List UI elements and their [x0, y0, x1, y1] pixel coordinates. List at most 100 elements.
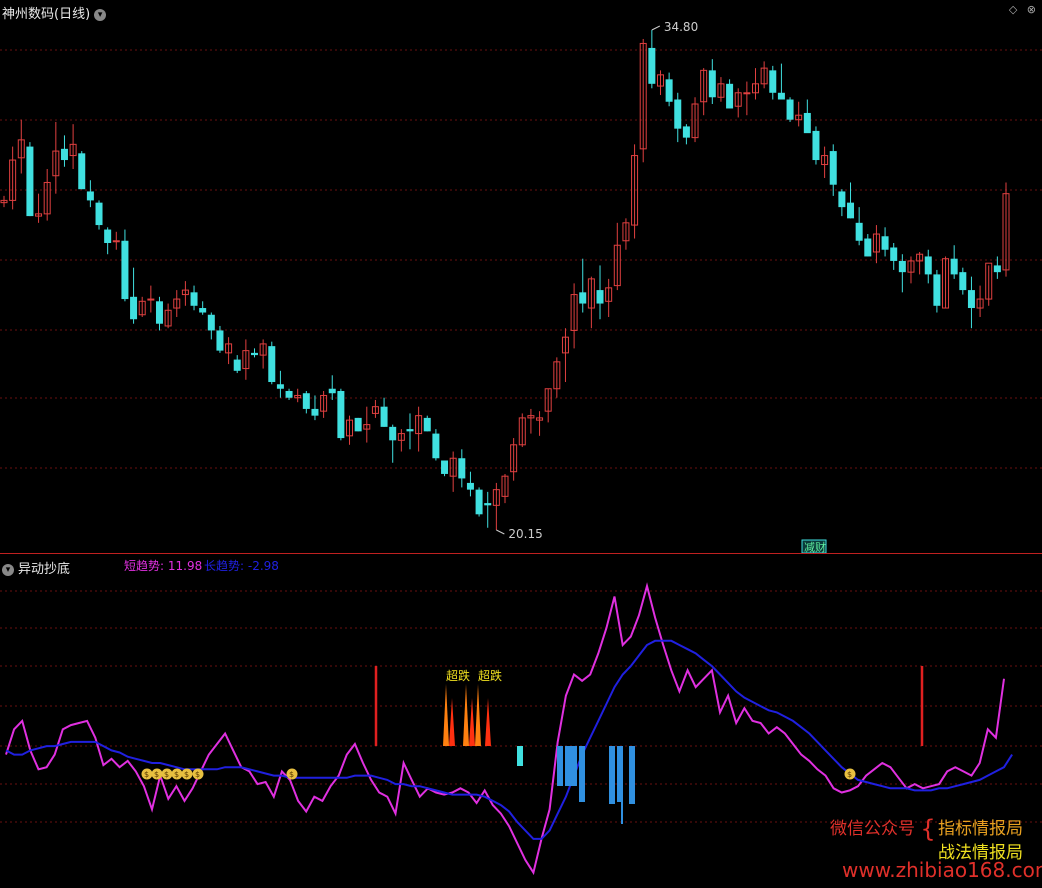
- candle: [328, 375, 336, 400]
- candle-body: [276, 384, 284, 389]
- candle-body: [933, 274, 941, 306]
- coin-symbol: $: [195, 770, 200, 779]
- candle: [389, 424, 397, 463]
- window-controls: ◇ ⊗: [1009, 3, 1036, 16]
- long-trend-label: 长趋势: -2.98: [204, 559, 279, 573]
- candle: [665, 72, 673, 107]
- candle-body: [86, 191, 94, 201]
- signal-bar: [621, 746, 623, 824]
- candle: [769, 65, 777, 100]
- candle: [648, 30, 656, 89]
- candle-body: [354, 417, 362, 432]
- candle: [786, 97, 794, 122]
- candle: [613, 222, 621, 291]
- candle: [734, 88, 742, 118]
- candle: [380, 397, 388, 427]
- close-icon[interactable]: ⊗: [1027, 3, 1036, 16]
- diamond-icon[interactable]: ◇: [1009, 3, 1017, 16]
- candle: [838, 189, 846, 217]
- candle: [251, 348, 258, 358]
- candle: [942, 256, 950, 309]
- candle: [233, 355, 241, 374]
- candlestick-chart: 34.80 20.15 减财: [0, 20, 1042, 553]
- tag-label: 减财: [804, 540, 826, 553]
- candle: [752, 68, 759, 100]
- candle: [890, 243, 898, 270]
- candle: [406, 413, 414, 450]
- panel-divider[interactable]: [0, 553, 1042, 554]
- candle-body: [743, 92, 751, 95]
- candle-body: [328, 388, 336, 394]
- candle: [225, 337, 233, 365]
- candle: [510, 438, 518, 481]
- candle-body: [967, 290, 975, 309]
- signal-bar: [565, 746, 571, 786]
- watermark-label: 微信公众号: [830, 819, 915, 839]
- candle-body: [423, 417, 431, 432]
- candle: [501, 473, 509, 504]
- candle: [864, 234, 872, 257]
- candle: [415, 406, 423, 452]
- candle: [812, 126, 820, 165]
- candle: [130, 267, 138, 324]
- candle: [777, 63, 785, 100]
- coin-symbol: $: [174, 770, 179, 779]
- candle: [976, 285, 984, 317]
- candle-body: [121, 240, 129, 300]
- candle: [656, 70, 664, 96]
- candle: [579, 258, 587, 313]
- candle: [164, 303, 172, 329]
- candle: [700, 68, 708, 116]
- candle: [959, 267, 967, 295]
- candle: [536, 411, 544, 436]
- candle-body: [311, 408, 319, 416]
- candle: [950, 245, 958, 279]
- dropdown-icon[interactable]: ▾: [94, 8, 107, 21]
- candle: [760, 61, 768, 89]
- coin-symbol: $: [184, 770, 189, 779]
- candle: [795, 101, 803, 127]
- candle-body: [898, 260, 906, 273]
- candle-body: [104, 229, 112, 244]
- oversold-label: 超跌: [478, 668, 502, 683]
- candle: [639, 38, 647, 163]
- candle: [458, 449, 466, 488]
- candle-body: [475, 489, 483, 515]
- candle: [518, 413, 526, 448]
- candle: [544, 388, 552, 423]
- candle: [466, 471, 474, 497]
- candle-body: [432, 433, 440, 459]
- candle: [916, 251, 924, 275]
- chart-title: 神州数码(日线) ▾: [2, 3, 107, 22]
- candle-body: [484, 503, 492, 506]
- candle: [190, 285, 198, 311]
- candle: [967, 276, 975, 329]
- candle: [475, 487, 483, 517]
- oversold-label: 超跌: [446, 668, 470, 683]
- candle-body: [199, 308, 207, 313]
- candle-body: [466, 482, 474, 490]
- candle: [346, 415, 354, 445]
- money-bag-icon: $: [844, 768, 856, 780]
- candle: [259, 339, 267, 369]
- candle-body: [959, 272, 967, 291]
- candle-body: [993, 265, 1001, 273]
- money-bag-icon: $: [171, 768, 183, 780]
- candle: [726, 79, 734, 109]
- candle-body: [769, 70, 777, 93]
- candle-body: [726, 83, 734, 109]
- candle-body: [155, 301, 163, 324]
- short-trend-label: 短趋势: 11.98: [124, 559, 203, 573]
- candle-body: [441, 460, 449, 474]
- candle: [847, 182, 855, 219]
- candle: [803, 99, 811, 134]
- money-bag-icon: $: [181, 768, 193, 780]
- candle-body: [130, 296, 138, 320]
- indicator-dropdown-icon[interactable]: ▾: [2, 563, 14, 576]
- signal-bar: [557, 746, 563, 786]
- candle: [86, 180, 94, 208]
- stock-title: 神州数码(日线): [2, 7, 91, 22]
- candle-body: [190, 292, 198, 306]
- candle: [294, 388, 302, 403]
- oversold-spike: [475, 684, 481, 746]
